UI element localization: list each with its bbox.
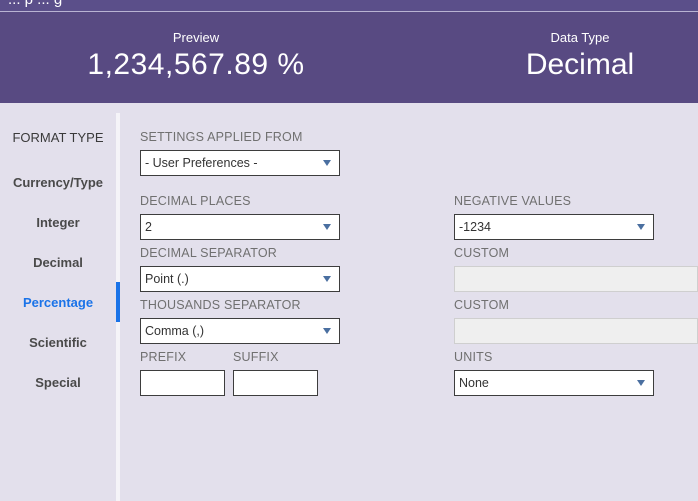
- settings-applied-value: - User Preferences -: [145, 156, 258, 170]
- sidebar-item-currency-type[interactable]: Currency/Type: [0, 175, 116, 190]
- data-type-value: Decimal: [525, 48, 635, 81]
- negative-values-select[interactable]: -1234: [454, 214, 654, 240]
- thousands-separator-value: Comma (,): [145, 324, 205, 338]
- decimal-places-value: 2: [145, 220, 152, 234]
- data-type-label: Data Type: [550, 30, 610, 45]
- chevron-down-icon: [637, 224, 645, 230]
- thousands-separator-label: THOUSANDS SEPARATOR: [140, 298, 301, 312]
- chevron-down-icon: [637, 380, 645, 386]
- negative-values-label: NEGATIVE VALUES: [454, 194, 572, 208]
- active-indicator: [116, 282, 120, 322]
- custom-decimal-label: CUSTOM: [454, 246, 510, 260]
- decimal-separator-label: DECIMAL SEPARATOR: [140, 246, 277, 260]
- suffix-label: SUFFIX: [233, 350, 279, 364]
- decimal-separator-value: Point (.): [145, 272, 189, 286]
- preview-label: Preview: [172, 30, 220, 45]
- custom-decimal-input[interactable]: [454, 266, 698, 292]
- thousands-separator-select[interactable]: Comma (,): [140, 318, 340, 344]
- decimal-places-label: DECIMAL PLACES: [140, 194, 251, 208]
- sidebar-item-integer[interactable]: Integer: [0, 215, 116, 230]
- custom-thousands-label: CUSTOM: [454, 298, 510, 312]
- decimal-separator-select[interactable]: Point (.): [140, 266, 340, 292]
- preview-header: Preview 1,234,567.89 % Data Type Decimal: [0, 12, 698, 103]
- chevron-down-icon: [323, 224, 331, 230]
- suffix-input[interactable]: [233, 370, 318, 396]
- title-bar: ... p ... g: [0, 0, 698, 12]
- format-type-heading: FORMAT TYPE: [12, 130, 104, 145]
- decimal-places-select[interactable]: 2: [140, 214, 340, 240]
- settings-applied-label: SETTINGS APPLIED FROM: [140, 130, 303, 144]
- preview-value: 1,234,567.89 %: [87, 48, 305, 81]
- sidebar-item-decimal[interactable]: Decimal: [0, 255, 116, 270]
- custom-thousands-input[interactable]: [454, 318, 698, 344]
- window-title: ... p ... g: [8, 0, 62, 8]
- prefix-input[interactable]: [140, 370, 225, 396]
- units-label: UNITS: [454, 350, 493, 364]
- sidebar-item-percentage[interactable]: Percentage: [0, 295, 116, 310]
- units-select[interactable]: None: [454, 370, 654, 396]
- chevron-down-icon: [323, 160, 331, 166]
- prefix-label: PREFIX: [140, 350, 187, 364]
- negative-values-value: -1234: [459, 220, 491, 234]
- settings-applied-select[interactable]: - User Preferences -: [140, 150, 340, 176]
- chevron-down-icon: [323, 328, 331, 334]
- units-value: None: [459, 376, 489, 390]
- format-type-sidebar: FORMAT TYPE Currency/Type Integer Decima…: [0, 103, 116, 501]
- sidebar-item-scientific[interactable]: Scientific: [0, 335, 116, 350]
- chevron-down-icon: [323, 276, 331, 282]
- sidebar-item-special[interactable]: Special: [0, 375, 116, 390]
